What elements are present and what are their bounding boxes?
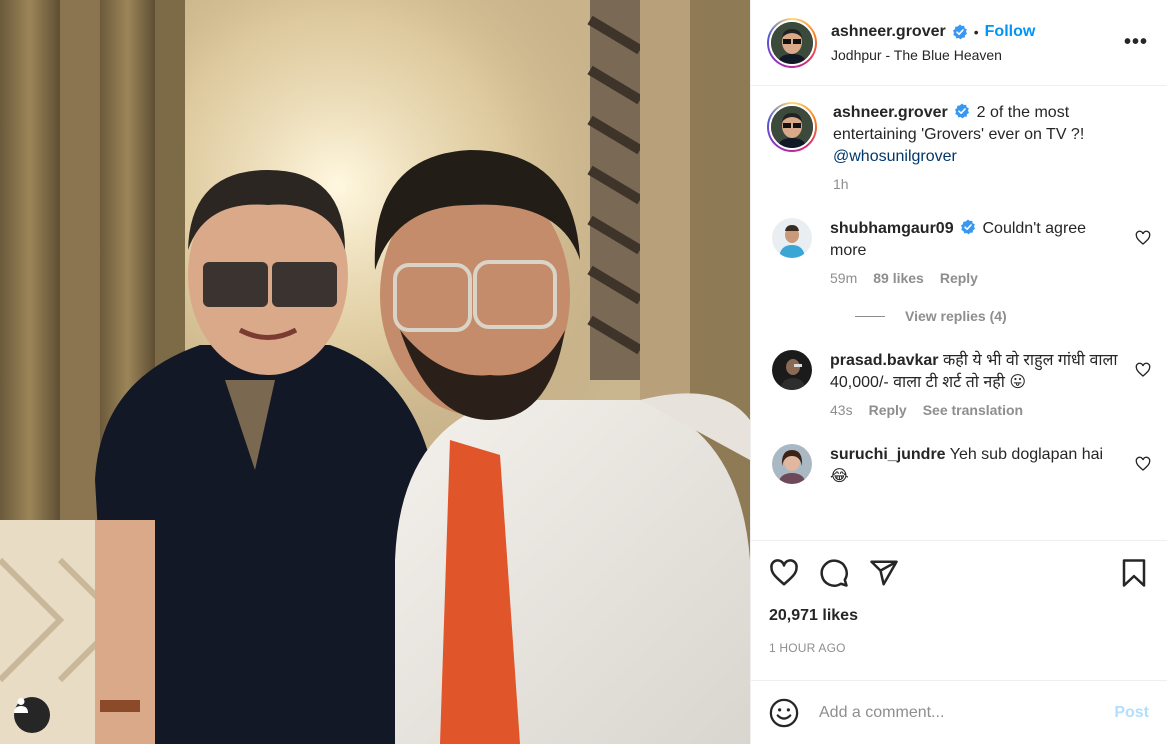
- verified-badge-icon: [952, 24, 967, 39]
- replies-divider: [855, 315, 885, 317]
- caption-mention[interactable]: @whosunilgrover: [833, 148, 957, 165]
- post-actions: 20,971 likes 1 HOUR AGO: [751, 540, 1167, 680]
- comment-meta: 43s Reply See translation: [830, 402, 1121, 418]
- comment-likes[interactable]: 89 likes: [873, 270, 924, 286]
- post-header: ashneer.grover • Follow Jodhpur - The Bl…: [751, 0, 1167, 86]
- view-replies-label: View replies (4): [905, 308, 1007, 324]
- comment-time[interactable]: 59m: [830, 270, 857, 286]
- comment-body: shubhamgaur09 Couldn't agree more 59m 89…: [830, 218, 1151, 286]
- post-side-panel: ashneer.grover • Follow Jodhpur - The Bl…: [750, 0, 1167, 744]
- more-options-icon[interactable]: •••: [1121, 31, 1151, 54]
- caption-username[interactable]: ashneer.grover: [833, 104, 948, 121]
- comment-body: suruchi_jundre Yeh sub doglapan hai 😂: [830, 444, 1151, 488]
- comment-item: shubhamgaur09 Couldn't agree more 59m 89…: [767, 218, 1151, 286]
- post-photo[interactable]: [0, 0, 750, 744]
- comments-section: ashneer.grover 2 of the most entertainin…: [751, 86, 1167, 540]
- bookmark-icon[interactable]: [1119, 558, 1149, 588]
- comment-item: suruchi_jundre Yeh sub doglapan hai 😂: [767, 444, 1151, 488]
- emoji-icon[interactable]: [769, 698, 799, 728]
- comment-body: prasad.bavkar कही ये भी वो राहुल गांधी व…: [830, 350, 1151, 418]
- avatar-portrait: [771, 106, 813, 148]
- user-tag-icon: [14, 698, 28, 713]
- comment-input[interactable]: [819, 703, 1115, 722]
- verified-badge-icon: [955, 103, 970, 119]
- comment-like-icon[interactable]: [1135, 456, 1151, 472]
- commenter-avatar[interactable]: [772, 350, 812, 390]
- commenter-avatar[interactable]: [772, 218, 812, 258]
- comment-text-wrap: shubhamgaur09 Couldn't agree more: [830, 218, 1121, 262]
- see-translation-button[interactable]: See translation: [923, 402, 1023, 418]
- reply-button[interactable]: Reply: [940, 270, 978, 286]
- photo-illustration: [0, 0, 750, 744]
- comment-icon[interactable]: [819, 558, 849, 588]
- caption-author-avatar[interactable]: [767, 102, 817, 152]
- avatar-portrait: [771, 21, 813, 64]
- caption-body: ashneer.grover 2 of the most entertainin…: [833, 102, 1151, 192]
- verified-badge-icon: [961, 219, 976, 235]
- tagged-users-button[interactable]: [14, 697, 50, 733]
- likes-count[interactable]: 20,971 likes: [769, 607, 1149, 625]
- comment-like-icon[interactable]: [1135, 362, 1151, 378]
- avatar-portrait: [772, 350, 812, 390]
- reply-button[interactable]: Reply: [869, 402, 907, 418]
- post-comment-button[interactable]: Post: [1114, 704, 1149, 722]
- caption-text: ashneer.grover 2 of the most entertainin…: [833, 102, 1151, 168]
- commenter-avatar[interactable]: [772, 444, 812, 484]
- share-icon[interactable]: [869, 558, 899, 588]
- author-username[interactable]: ashneer.grover: [831, 23, 946, 41]
- comment-username[interactable]: suruchi_jundre: [830, 446, 946, 463]
- view-replies-button[interactable]: View replies (4): [855, 308, 1151, 324]
- post-timestamp[interactable]: 1 HOUR AGO: [769, 641, 1149, 655]
- header-text: ashneer.grover • Follow Jodhpur - The Bl…: [831, 23, 1121, 63]
- separator-dot: •: [973, 23, 979, 40]
- avatar-portrait: [772, 218, 812, 258]
- comment-text-wrap: suruchi_jundre Yeh sub doglapan hai 😂: [830, 444, 1121, 488]
- heart-icon[interactable]: [769, 558, 799, 588]
- post-modal: ashneer.grover • Follow Jodhpur - The Bl…: [0, 0, 1167, 744]
- post-location[interactable]: Jodhpur - The Blue Heaven: [831, 47, 1121, 63]
- follow-button[interactable]: Follow: [985, 23, 1036, 41]
- comment-like-icon[interactable]: [1135, 230, 1151, 246]
- comment-username[interactable]: prasad.bavkar: [830, 352, 939, 369]
- comment-text-wrap: prasad.bavkar कही ये भी वो राहुल गांधी व…: [830, 350, 1121, 394]
- caption: ashneer.grover 2 of the most entertainin…: [767, 102, 1151, 192]
- add-comment-bar: Post: [751, 680, 1167, 744]
- comment-meta: 59m 89 likes Reply: [830, 270, 1121, 286]
- comment-username[interactable]: shubhamgaur09: [830, 220, 954, 237]
- avatar-portrait: [772, 444, 812, 484]
- action-icons: [769, 555, 1149, 591]
- caption-time[interactable]: 1h: [833, 176, 849, 192]
- author-avatar[interactable]: [767, 17, 817, 68]
- comment-time[interactable]: 43s: [830, 402, 853, 418]
- comment-item: prasad.bavkar कही ये भी वो राहुल गांधी व…: [767, 350, 1151, 418]
- caption-meta: 1h: [833, 176, 1151, 192]
